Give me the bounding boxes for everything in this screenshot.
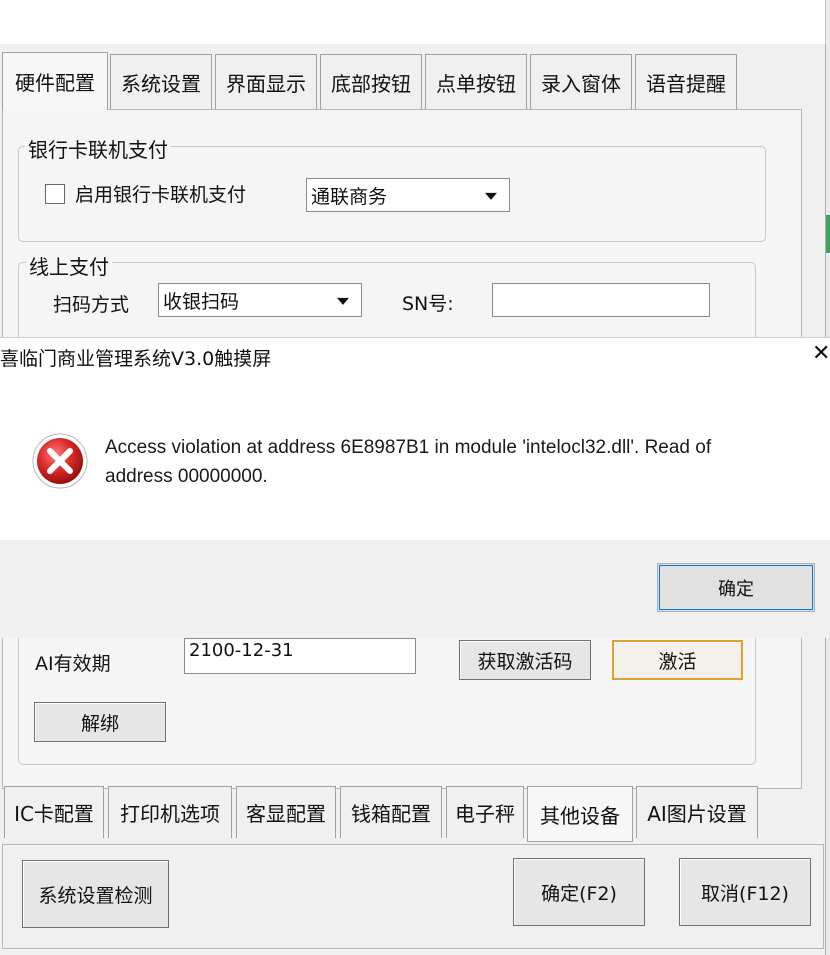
online-payment-group-title: 线上支付 [26,251,112,280]
sn-label: SN号: [402,293,454,315]
tab-label: 电子秤 [455,802,515,826]
enable-bank-card-label: 启用银行卡联机支付 [75,184,247,206]
tab-label: 钱箱配置 [351,802,431,826]
ai-expiry-input[interactable]: 2100-12-31 [184,638,416,674]
ok-f2-button[interactable]: 确定(F2) [513,858,645,926]
error-icon [31,432,89,490]
cancel-f12-button[interactable]: 取消(F12) [679,858,811,926]
tab-label: 客显配置 [246,802,326,826]
tab-label: 点单按钮 [436,72,516,96]
unbind-button[interactable]: 解绑 [34,702,166,742]
tab-label: 底部按钮 [331,72,411,96]
tab-ic-card-config[interactable]: IC卡配置 [4,786,104,838]
ai-expiry-label: AI有效期 [35,653,111,675]
tab-customer-display[interactable]: 客显配置 [236,786,336,838]
error-message: Access violation at address 6E8987B1 in … [105,433,815,491]
enable-bank-card-checkbox[interactable] [45,184,65,204]
tab-other-devices[interactable]: 其他设备 [527,786,633,842]
tab-order-buttons[interactable]: 点单按钮 [425,54,527,110]
bank-card-group-title: 银行卡联机支付 [25,134,171,163]
tab-label: 其他设备 [540,803,620,828]
tab-label: 录入窗体 [541,72,621,96]
chevron-down-icon [485,192,497,200]
tab-bottom-buttons[interactable]: 底部按钮 [320,54,422,110]
get-activation-code-button[interactable]: 获取激活码 [459,640,591,680]
tab-label: 界面显示 [226,72,306,96]
bank-provider-value: 通联商务 [311,185,388,208]
tab-printer-options[interactable]: 打印机选项 [108,786,232,838]
error-message-line-2: address 00000000. [105,466,268,487]
system-settings-check-button[interactable]: 系统设置检测 [22,860,169,928]
tab-label: 语音提醒 [646,72,726,96]
scan-method-value: 收银扫码 [163,290,240,313]
tab-hardware-config[interactable]: 硬件配置 [2,52,108,110]
error-message-line-1: Access violation at address 6E8987B1 in … [105,437,712,458]
tab-system-settings[interactable]: 系统设置 [110,54,212,110]
tab-label: 打印机选项 [120,802,220,826]
tab-cash-drawer[interactable]: 钱箱配置 [340,786,442,838]
tab-label: 硬件配置 [15,71,95,95]
activate-button[interactable]: 激活 [612,640,743,680]
scan-method-label: 扫码方式 [53,294,130,316]
dialog-ok-button[interactable]: 确定 [657,563,815,612]
tab-label: 系统设置 [121,72,201,96]
tab-entry-form[interactable]: 录入窗体 [530,54,632,110]
sn-input[interactable] [492,283,710,317]
dialog-title: 喜临门商业管理系统V3.0触摸屏 [0,348,272,370]
tab-label: AI图片设置 [647,802,747,826]
bank-provider-select[interactable]: 通联商务 [306,178,510,212]
tab-ai-image-settings[interactable]: AI图片设置 [636,786,758,838]
window-top-area [0,0,826,46]
tab-voice-reminder[interactable]: 语音提醒 [635,54,737,110]
close-icon[interactable]: ✕ [812,342,830,366]
scan-method-select[interactable]: 收银扫码 [158,283,362,317]
tab-electronic-scale[interactable]: 电子秤 [446,786,524,838]
tab-label: IC卡配置 [14,802,94,826]
chevron-down-icon [337,297,349,305]
background-accent [826,215,830,253]
tab-interface-display[interactable]: 界面显示 [215,54,317,110]
